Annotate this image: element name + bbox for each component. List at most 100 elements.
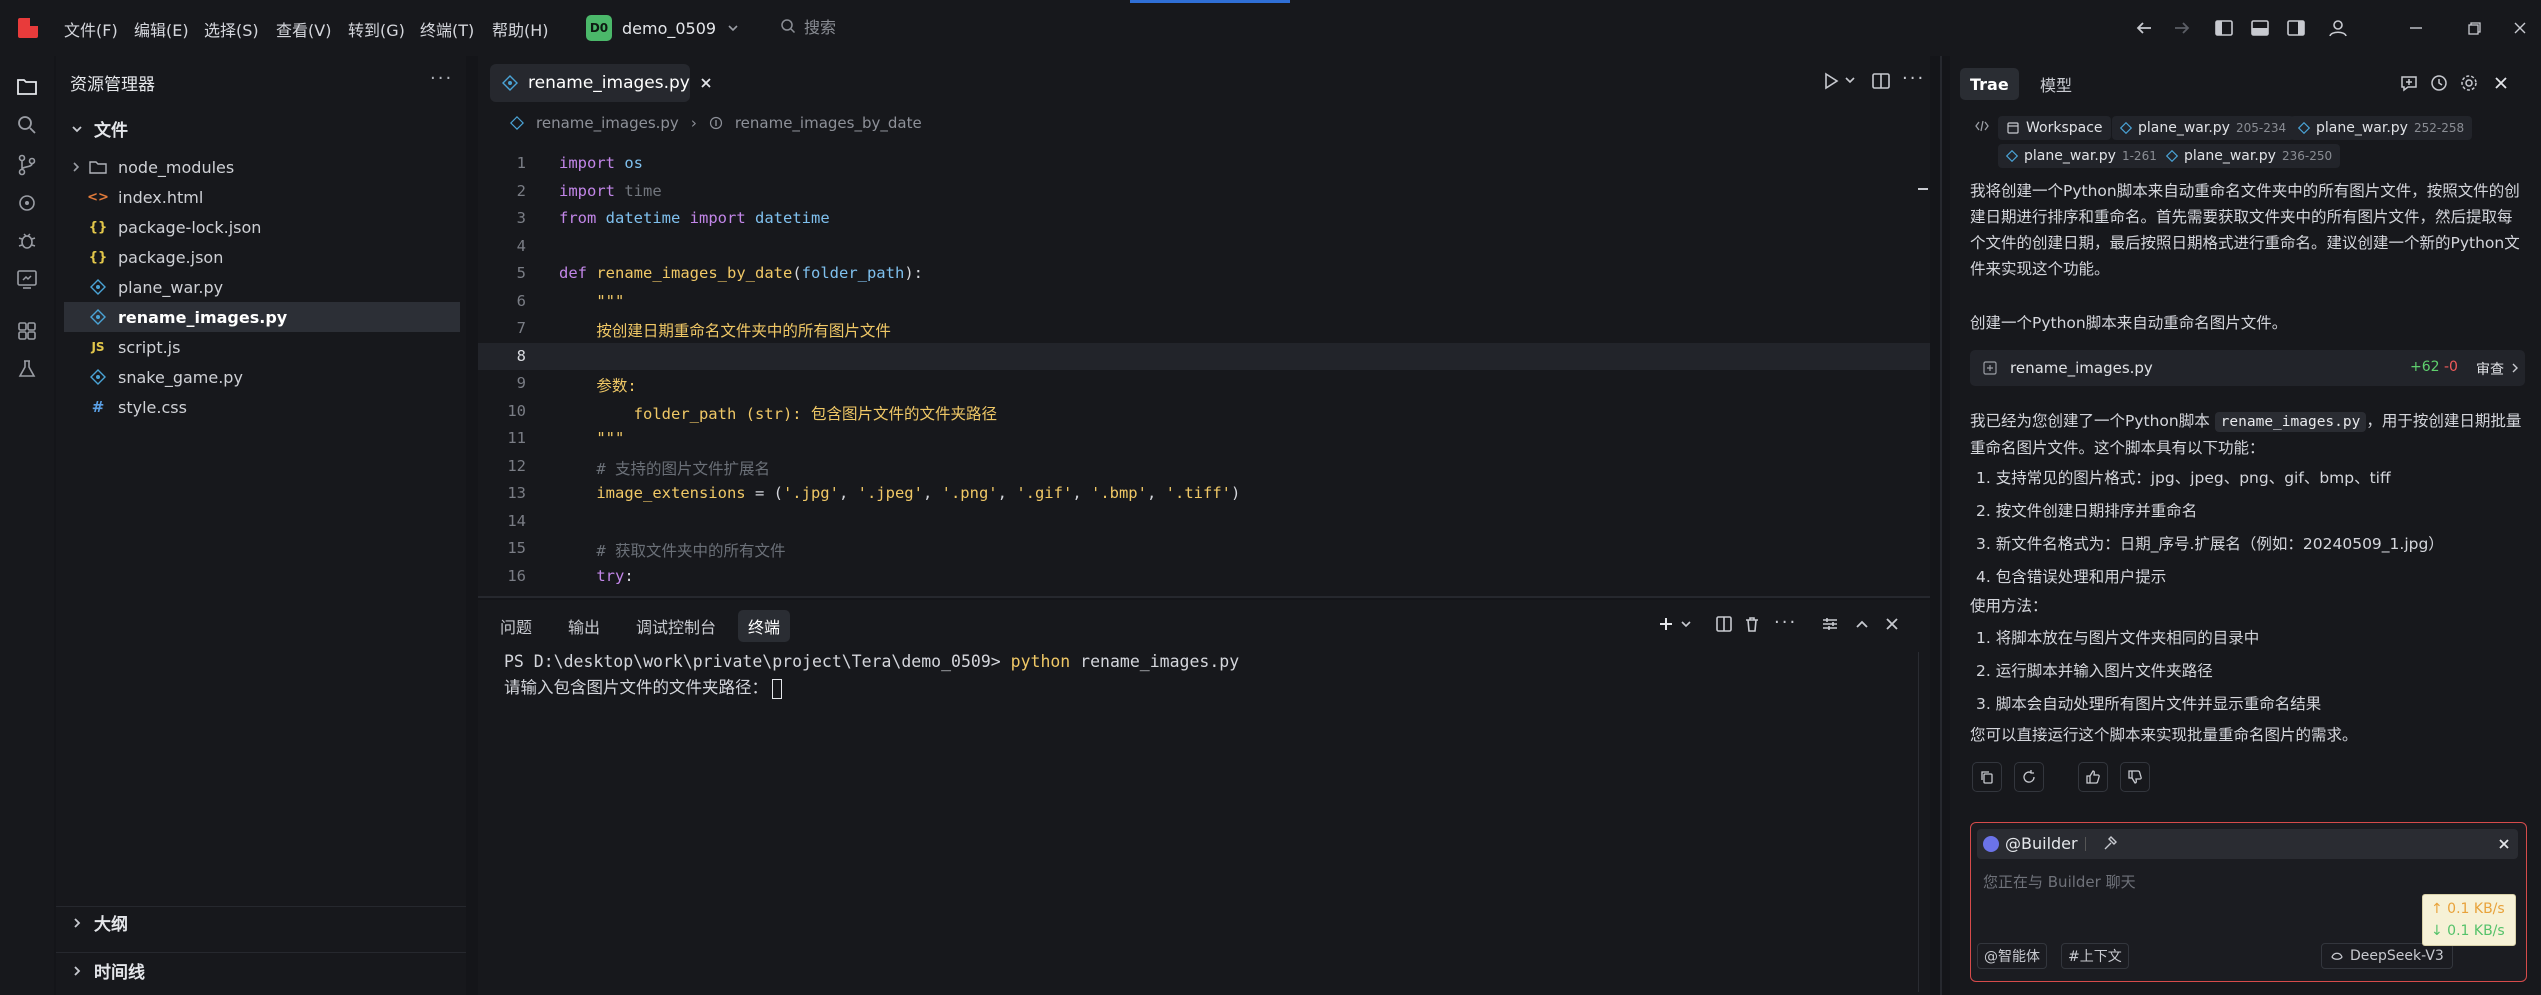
trash-icon[interactable] [1742,614,1762,634]
hammer-icon[interactable] [2101,835,2119,853]
terminal-input-prompt: 请输入包含图片文件的文件夹路径： [504,678,768,697]
section-timeline-header[interactable]: 时间线 [70,958,145,983]
terminal-input-line[interactable]: 请输入包含图片文件的文件夹路径： [504,674,782,699]
tree-item-rename-images-py[interactable]: rename_images.py [64,302,460,332]
settings-gear-icon[interactable] [2458,72,2480,94]
menu-goto[interactable]: 转到(G) [348,17,405,41]
split-editor-icon[interactable] [1870,70,1892,92]
dislike-button[interactable] [2120,762,2150,792]
tree-item-index-html[interactable]: <> index.html [64,182,460,212]
close-window-icon[interactable] [2508,16,2532,40]
testing-flask-icon[interactable] [14,356,40,382]
search-icon [780,18,796,34]
file-change-card[interactable]: rename_images.py +62 -0 审查 [1970,350,2525,386]
explorer-icon[interactable] [14,74,40,100]
menu-file[interactable]: 文件(F) [64,17,118,41]
context-chip-file[interactable]: plane_war.py 205-234 [2112,116,2295,140]
tree-item-node-modules[interactable]: node_modules [64,152,460,182]
chip-label: plane_war.py [2138,120,2230,136]
toggle-left-panel-icon[interactable] [2212,16,2236,40]
preview-icon[interactable] [14,266,40,292]
regenerate-button[interactable] [2014,762,2044,792]
toggle-right-panel-icon[interactable] [2284,16,2308,40]
breadcrumb-symbol[interactable]: rename_images_by_date [735,114,922,132]
code-line: 7 按创建日期重命名文件夹中的所有图片文件 [516,319,891,340]
debug-icon[interactable] [14,228,40,254]
tab-problems[interactable]: 问题 [490,610,542,642]
close-icon[interactable] [2497,837,2511,851]
chevron-down-icon[interactable] [1680,618,1692,630]
tab-trae[interactable]: Trae [1960,68,2019,100]
new-chat-icon[interactable] [2398,72,2420,94]
menu-help[interactable]: 帮助(H) [492,17,549,41]
search-icon[interactable] [14,112,40,138]
history-icon[interactable] [2428,72,2450,94]
minimize-icon[interactable] [2404,16,2428,40]
forward-arrow-icon[interactable] [2170,16,2194,40]
agent-button[interactable]: @智能体 [1977,943,2047,969]
tab-terminal[interactable]: 终端 [738,610,791,642]
remote-icon[interactable] [14,190,40,216]
tree-item-label: package-lock.json [118,217,262,237]
run-icon[interactable] [1820,70,1842,92]
agent-selector[interactable]: @Builder [1977,829,2518,859]
tree-item-snake-game-py[interactable]: snake_game.py [64,362,460,392]
more-icon[interactable]: ··· [1774,612,1797,633]
close-panel-icon[interactable] [1882,614,1902,634]
toggle-bottom-panel-icon[interactable] [2248,16,2272,40]
menu-terminal[interactable]: 终端(T) [420,17,474,41]
code-editor[interactable]: 1 import os 2 import time 3 from datetime i… [478,150,1930,596]
context-chip-file[interactable]: plane_war.py 252-258 [2290,116,2473,140]
maximize-panel-icon[interactable] [1852,614,1872,634]
context-button[interactable]: #上下文 [2061,943,2129,969]
source-control-icon[interactable] [14,152,40,178]
terminal-scrollbar[interactable] [1918,652,1919,992]
section-outline-label: 大纲 [94,915,128,935]
tab-output[interactable]: 输出 [558,610,610,642]
back-arrow-icon[interactable] [2132,16,2156,40]
search-box[interactable]: 搜索 [780,14,836,38]
restore-icon[interactable] [2462,16,2486,40]
tree-item-package-json[interactable]: {} package.json [64,242,460,272]
tree-item-script-js[interactable]: JS script.js [64,332,460,362]
chevron-down-icon[interactable] [1844,74,1856,86]
account-icon[interactable] [2326,16,2350,40]
editor-tab-rename-images[interactable]: rename_images.py [490,64,711,102]
tab-debug-console[interactable]: 调试控制台 [626,610,726,642]
menu-view[interactable]: 查看(V) [276,17,331,41]
file-add-icon [1982,360,1998,376]
tree-item-label: style.css [118,397,187,417]
extensions-icon[interactable] [14,318,40,344]
section-timeline-label: 时间线 [94,963,145,983]
more-icon[interactable]: ··· [430,68,453,89]
tab-model[interactable]: 模型 [2030,68,2082,100]
context-chip-file[interactable]: plane_war.py 1-261 [1998,144,2165,168]
context-chip-file[interactable]: plane_war.py 236-250 [2158,144,2341,168]
tree-item-package-lock-json[interactable]: {} package-lock.json [64,212,460,242]
model-selector[interactable]: DeepSeek-V3 [2321,943,2453,969]
tree-item-style-css[interactable]: # style.css [64,392,460,422]
section-files-header[interactable]: 文件 [70,116,128,141]
divider [56,906,466,907]
terminal-settings-icon[interactable] [1820,614,1840,634]
model-name: DeepSeek-V3 [2350,948,2444,964]
close-icon[interactable] [700,77,712,89]
review-button[interactable]: 审查 [2476,359,2504,379]
builder-avatar-icon [1983,836,1999,852]
add-terminal-icon[interactable] [1656,614,1676,634]
copy-button[interactable] [1972,762,2002,792]
close-icon[interactable] [2490,72,2512,94]
menu-edit[interactable]: 编辑(E) [134,17,189,41]
python-icon [88,307,108,327]
breadcrumb-file[interactable]: rename_images.py [536,114,679,132]
assistant-message-intro: 我将创建一个Python脚本来自动重命名文件夹中的所有图片文件，按照文件的创建日… [1970,182,2520,278]
more-icon[interactable]: ··· [1902,68,1925,89]
html-icon: <> [87,189,109,205]
section-outline-header[interactable]: 大纲 [70,910,128,935]
tree-item-plane-war-py[interactable]: plane_war.py [64,272,460,302]
project-switcher[interactable]: D0 demo_0509 [586,13,740,43]
split-terminal-icon[interactable] [1714,614,1734,634]
context-chip-workspace[interactable]: Workspace [1998,116,2111,140]
like-button[interactable] [2078,762,2108,792]
menu-select[interactable]: 选择(S) [204,17,259,41]
